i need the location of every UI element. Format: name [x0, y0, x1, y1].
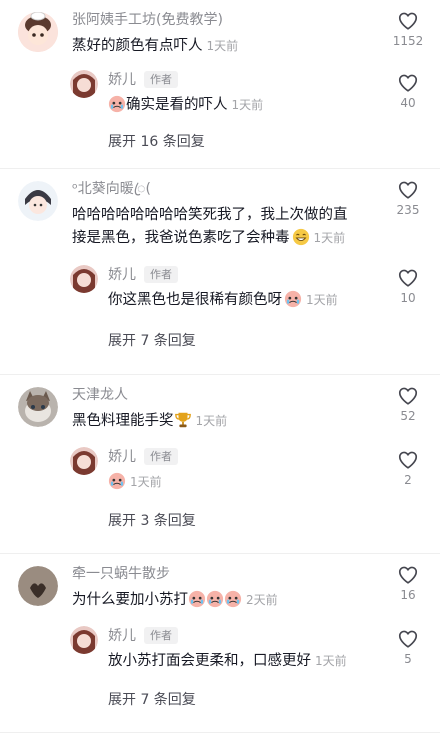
like-button[interactable]: 1152 [388, 10, 428, 48]
author-tag: 作者 [144, 448, 178, 465]
reply-text: 放小苏打面会更柔和，口感更好 [108, 653, 311, 669]
heart-icon [397, 564, 419, 586]
like-count: 5 [404, 652, 412, 666]
reply-author[interactable]: 娇儿 [108, 267, 136, 283]
crying-emoji-icon [188, 590, 206, 608]
comment-time: 1天前 [313, 231, 346, 245]
comment-time: 2天前 [246, 593, 278, 607]
like-count: 1152 [392, 34, 424, 48]
author-tag: 作者 [144, 71, 178, 88]
expand-replies-button[interactable]: 展开 7 条回复 [108, 331, 196, 351]
like-button[interactable]: 16 [388, 564, 428, 602]
like-count: 10 [400, 291, 416, 305]
comment-author[interactable]: 牵一只蜗牛散步 [72, 564, 278, 584]
comment-text: 黑色料理能手奖 [72, 413, 174, 429]
comment-time: 1天前 [195, 414, 228, 428]
heart-icon [397, 72, 419, 94]
avatar[interactable] [18, 387, 58, 427]
like-count: 16 [400, 588, 416, 602]
heart-icon [397, 385, 419, 407]
reply-like-button[interactable]: 40 [394, 72, 422, 110]
reply-like-button[interactable]: 10 [394, 267, 422, 305]
comment-text-line2: 接是黑色，我爸说色素吃了会种毒 [72, 230, 290, 246]
author-avatar[interactable] [70, 265, 98, 293]
author-tag: 作者 [144, 266, 178, 283]
author-avatar[interactable] [70, 626, 98, 654]
comment-thread: 牵一只蜗牛散步 为什么要加小苏打 2天前 16 娇儿 作者 放小苏打面会更柔和，口感… [0, 554, 440, 733]
reply-time: 1天前 [130, 475, 162, 489]
author-avatar[interactable] [70, 447, 98, 475]
reply-text: 确实是看的吓人 [126, 97, 228, 113]
grin-emoji-icon [292, 228, 309, 246]
trophy-icon [174, 412, 191, 428]
like-count: 40 [400, 96, 416, 110]
like-count: 235 [396, 203, 420, 217]
heart-icon [397, 449, 419, 471]
crying-emoji-icon [206, 590, 224, 608]
expand-replies-button[interactable]: 展开 3 条回复 [108, 511, 196, 531]
like-count: 52 [400, 409, 416, 423]
crying-emoji-icon [224, 590, 242, 608]
like-count: 2 [404, 473, 412, 487]
reply-like-button[interactable]: 2 [394, 449, 422, 487]
like-button[interactable]: 52 [388, 385, 428, 423]
heart-icon [397, 10, 419, 32]
heart-icon [397, 179, 419, 201]
reply-author[interactable]: 娇儿 [108, 72, 136, 88]
like-button[interactable]: 235 [388, 179, 428, 217]
author-tag: 作者 [144, 627, 178, 644]
reply-time: 1天前 [315, 654, 347, 668]
crying-emoji-icon [108, 95, 126, 113]
expand-replies-button[interactable]: 展开 7 条回复 [108, 690, 196, 710]
comment-author[interactable]: ᵒ北葵向暖ꦿ( [72, 179, 348, 199]
comment-thread: ᵒ北葵向暖ꦿ( 哈哈哈哈哈哈哈哈笑死我了，我上次做的直 接是黑色，我爸说色素吃了… [0, 169, 440, 375]
avatar[interactable] [18, 566, 58, 606]
reply-text: 你这黑色也是很稀有颜色呀 [108, 292, 282, 308]
reply-author[interactable]: 娇儿 [108, 449, 136, 465]
comment-text-line1: 哈哈哈哈哈哈哈哈笑死我了，我上次做的直 [72, 207, 348, 223]
comment-text: 蒸好的颜色有点吓人 [72, 38, 203, 54]
heart-icon [397, 628, 419, 650]
crying-emoji-icon [284, 290, 302, 308]
author-avatar[interactable] [70, 70, 98, 98]
reply-like-button[interactable]: 5 [394, 628, 422, 666]
comment-thread: 天津龙人 黑色料理能手奖 1天前 52 娇儿 作者 1天前 2 展开 3 条回复 [0, 375, 440, 554]
comment-time: 1天前 [206, 39, 239, 53]
reply-time: 1天前 [231, 98, 264, 112]
heart-icon [397, 267, 419, 289]
avatar[interactable] [18, 181, 58, 221]
reply-author[interactable]: 娇儿 [108, 628, 136, 644]
comment-text: 为什么要加小苏打 [72, 592, 188, 608]
reply-time: 1天前 [306, 293, 338, 307]
comment-thread: 张阿姨手工坊(免费教学) 蒸好的颜色有点吓人 1天前 1152 娇儿 作者 确实是看… [0, 0, 440, 169]
expand-replies-button[interactable]: 展开 16 条回复 [108, 132, 205, 152]
comment-author[interactable]: 张阿姨手工坊(免费教学) [72, 10, 238, 30]
comment-author[interactable]: 天津龙人 [72, 385, 227, 405]
avatar[interactable] [18, 12, 58, 52]
crying-emoji-icon [108, 472, 126, 490]
